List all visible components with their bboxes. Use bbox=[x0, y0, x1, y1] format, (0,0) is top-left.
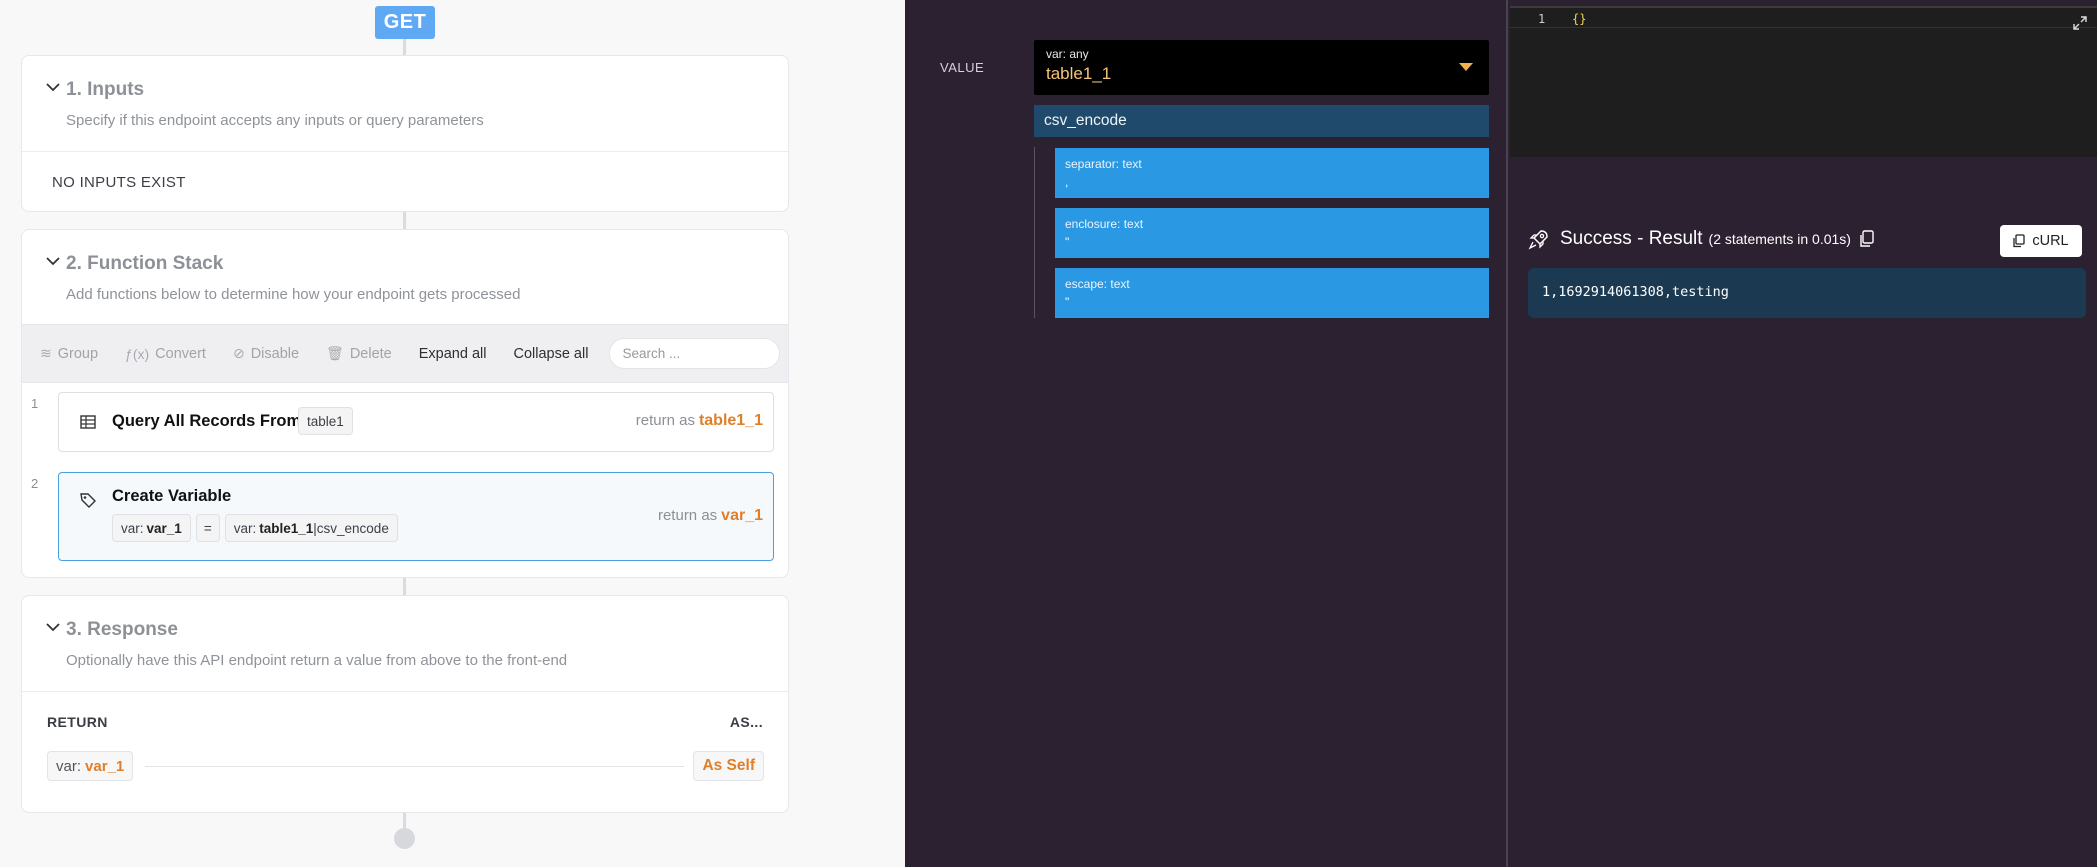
chevron-down-icon[interactable] bbox=[44, 252, 62, 270]
group-button[interactable]: ≋ Group bbox=[40, 345, 98, 362]
function-toolbar: ≋ Group ƒ(x) Convert ⊘ Disable 🗑 Delete Expa… bbox=[22, 324, 788, 383]
collapse-all-button[interactable]: Collapse all bbox=[513, 346, 588, 362]
editor-line bbox=[1510, 10, 2097, 28]
section-subtitle: Add functions below to determine how you… bbox=[66, 286, 521, 303]
step-number: 1 bbox=[31, 396, 39, 411]
value-editor-pane: VALUE var: any table1_1 csv_encode separ… bbox=[905, 0, 1506, 867]
chevron-down-icon[interactable] bbox=[44, 618, 62, 636]
return-value-chip[interactable]: var: var_1 bbox=[47, 751, 134, 781]
curl-button[interactable]: cURL bbox=[2000, 225, 2082, 257]
as-self-chip[interactable]: As Self bbox=[693, 751, 764, 781]
add-step-dot[interactable] bbox=[394, 828, 415, 849]
filter-arg-escape[interactable]: escape: text " bbox=[1055, 268, 1489, 318]
section-title[interactable]: 3. Response bbox=[66, 619, 178, 641]
value-label: VALUE bbox=[940, 60, 985, 75]
copy-icon[interactable] bbox=[1859, 230, 1875, 248]
result-output: 1,1692914061308,testing bbox=[1528, 268, 2086, 318]
filter-label: |csv_encode bbox=[313, 520, 389, 536]
return-as: return as var_1 bbox=[657, 507, 763, 524]
function-icon: ƒ(x) bbox=[125, 345, 150, 362]
chevron-down-icon[interactable] bbox=[44, 78, 62, 96]
trash-icon: 🗑 bbox=[326, 345, 344, 361]
function-step-query[interactable]: Query All Records From table1 return as t… bbox=[58, 392, 774, 452]
filter-arg-enclosure[interactable]: enclosure: text " bbox=[1055, 208, 1489, 258]
divider bbox=[22, 691, 788, 692]
step-number: 2 bbox=[31, 476, 39, 491]
step-title: Create Variable bbox=[112, 487, 232, 505]
eye-off-icon: ⊘ bbox=[232, 345, 245, 361]
expand-icon[interactable] bbox=[2073, 16, 2087, 30]
variable-value-chip[interactable]: var: table1_1 |csv_encode bbox=[224, 514, 398, 542]
variable-name-chip[interactable]: var: var_1 bbox=[112, 514, 191, 542]
flow-connector bbox=[403, 211, 406, 229]
layers-icon: ≋ bbox=[40, 345, 52, 361]
table-chip[interactable]: table1 bbox=[298, 407, 353, 435]
connector-line bbox=[145, 766, 684, 767]
filter-rail bbox=[1034, 147, 1035, 318]
empty-inputs-label: NO INPUTS EXIST bbox=[52, 174, 186, 191]
flow-connector bbox=[403, 577, 406, 595]
response-section: 3. Response Optionally have this API end… bbox=[21, 595, 789, 813]
function-step-create-variable[interactable]: Create Variable var: var_1 = var: table1_1… bbox=[58, 472, 774, 561]
section-subtitle: Specify if this endpoint accepts any inp… bbox=[66, 112, 484, 129]
return-label: RETURN bbox=[47, 714, 108, 730]
equals-sign: = bbox=[195, 514, 220, 542]
run-result-pane: 1 {} Success - Result (2 statements in 0… bbox=[1506, 0, 2097, 867]
section-title[interactable]: 1. Inputs bbox=[66, 79, 144, 101]
delete-button[interactable]: 🗑 Delete bbox=[326, 345, 392, 362]
step-title: Query All Records From bbox=[112, 412, 302, 430]
result-meta: (2 statements in 0.01s) bbox=[1708, 231, 1851, 247]
inputs-section: 1. Inputs Specify if this endpoint accep… bbox=[21, 55, 789, 212]
result-output-text: 1,1692914061308,testing bbox=[1542, 284, 1729, 300]
result-header: Success - Result (2 statements in 0.01s) bbox=[1528, 228, 1875, 250]
return-variable[interactable]: var_1 bbox=[721, 507, 763, 524]
table-icon bbox=[80, 415, 96, 429]
result-title: Success - Result bbox=[1560, 228, 1703, 249]
copy-icon bbox=[2013, 234, 2026, 248]
search-input[interactable]: Search ... bbox=[609, 338, 781, 369]
expand-all-button[interactable]: Expand all bbox=[419, 346, 487, 362]
http-method-badge[interactable]: GET bbox=[375, 6, 435, 39]
dropdown-arrow-icon[interactable] bbox=[1459, 63, 1473, 71]
return-as: return as table1_1 bbox=[635, 412, 763, 429]
flow-connector bbox=[403, 39, 406, 55]
variable-type: var: any bbox=[1046, 47, 1089, 61]
return-variable[interactable]: table1_1 bbox=[699, 412, 763, 429]
rocket-icon bbox=[1528, 230, 1548, 250]
code-text[interactable]: {} bbox=[1572, 12, 1586, 26]
line-number: 1 bbox=[1538, 12, 1546, 26]
function-editor-pane: GET 1. Inputs Specify if this endpoint a… bbox=[0, 0, 905, 867]
tag-icon bbox=[80, 493, 96, 508]
variable-value: table1_1 bbox=[1046, 64, 1112, 83]
filter-arg-separator[interactable]: separator: text , bbox=[1055, 148, 1489, 198]
as-label: AS... bbox=[729, 714, 763, 730]
filter-header[interactable]: csv_encode bbox=[1034, 105, 1489, 137]
convert-button[interactable]: ƒ(x) Convert bbox=[125, 346, 206, 362]
section-title[interactable]: 2. Function Stack bbox=[66, 253, 223, 275]
code-editor[interactable]: 1 {} bbox=[1510, 6, 2097, 157]
section-subtitle: Optionally have this API endpoint return… bbox=[66, 652, 568, 669]
disable-button[interactable]: ⊘ Disable bbox=[233, 345, 299, 362]
variable-select[interactable]: var: any table1_1 bbox=[1034, 40, 1489, 95]
